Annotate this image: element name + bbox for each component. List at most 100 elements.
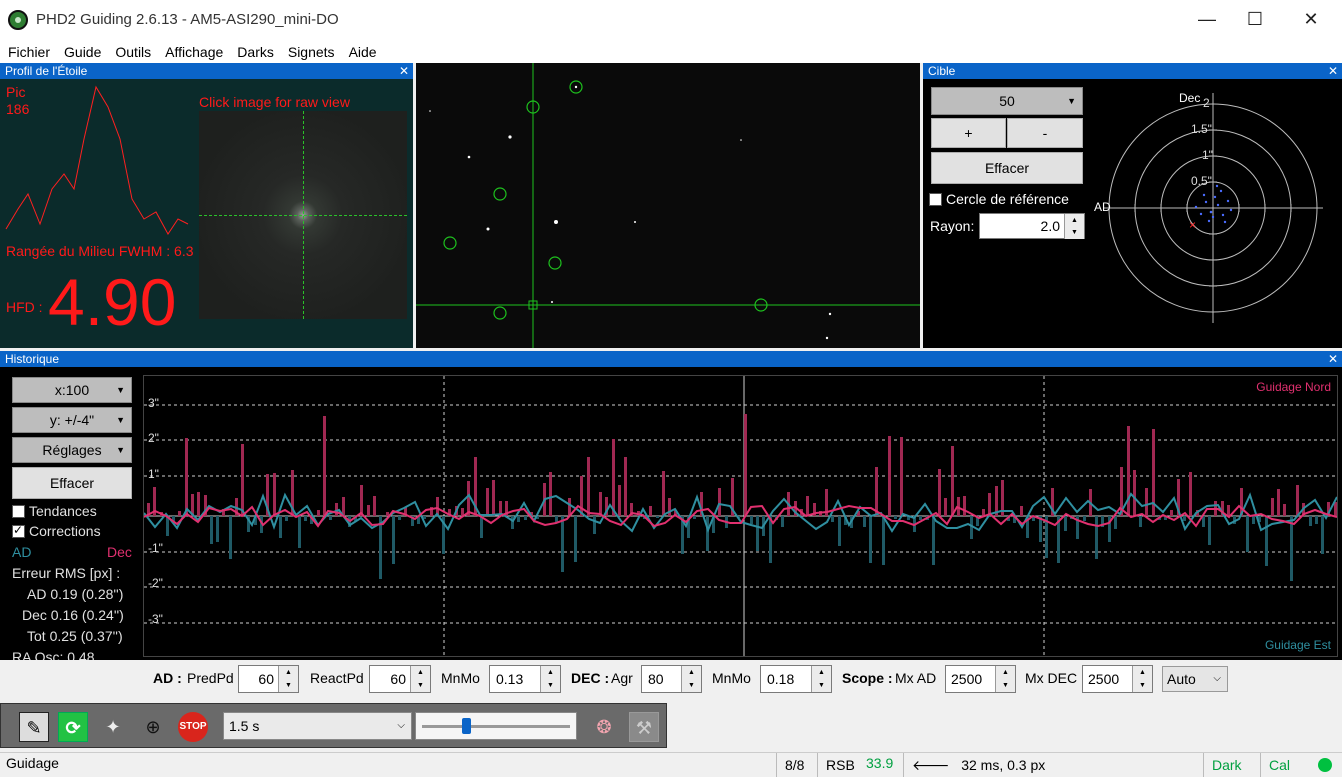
mx-dec-label: Mx DEC xyxy=(1025,670,1078,686)
reactpd-label: ReactPd xyxy=(310,670,364,686)
stop-icon[interactable]: STOP xyxy=(178,712,208,742)
spin-down-icon[interactable]: ▼ xyxy=(540,679,560,692)
spin-up-icon[interactable]: ▲ xyxy=(681,666,701,679)
correction-bar xyxy=(197,492,200,516)
chevron-down-icon: ▼ xyxy=(1067,96,1076,106)
dec-mnmo-value: 0.18 xyxy=(767,671,795,687)
dec-axis-label: Dec xyxy=(1179,91,1201,105)
correction-bar xyxy=(480,516,483,538)
spin-down-icon[interactable]: ▼ xyxy=(995,679,1015,692)
wrench-icon[interactable]: ⚒ xyxy=(629,712,659,742)
correction-bar xyxy=(831,516,834,522)
brain-icon[interactable]: ❂ xyxy=(589,712,619,742)
correction-bar xyxy=(900,437,903,516)
mode-select[interactable]: Auto ⌵ xyxy=(1162,666,1228,692)
settings-select[interactable]: Réglages ▼ xyxy=(12,437,132,463)
star-thumbnail[interactable] xyxy=(199,111,407,319)
spin-up-icon[interactable]: ▲ xyxy=(540,666,560,679)
correction-bar xyxy=(938,469,941,516)
spin-down-icon[interactable]: ▼ xyxy=(681,679,701,692)
zoom-out-button[interactable]: - xyxy=(1007,118,1083,148)
slider-thumb[interactable] xyxy=(462,718,472,734)
corrections-checkbox[interactable]: Corrections xyxy=(12,523,101,539)
arrow-left-icon: 🡐 xyxy=(912,757,950,773)
target-clear-button[interactable]: Effacer xyxy=(931,152,1083,184)
chevron-down-icon: ▼ xyxy=(116,445,125,455)
raw-view-hint[interactable]: Click image for raw view xyxy=(199,94,350,110)
spin-up-icon[interactable]: ▲ xyxy=(995,666,1015,679)
correction-bar xyxy=(1145,488,1148,516)
pane-header: Cible ✕ xyxy=(923,63,1342,79)
mx-ad-label: Mx AD xyxy=(895,670,937,686)
ra-mnmo-value: 0.13 xyxy=(496,671,524,687)
reference-circle-checkbox[interactable]: Cercle de référence xyxy=(929,191,1069,207)
radius-input[interactable]: 2.0 ▲ ▼ xyxy=(979,213,1085,239)
guide-camera-view[interactable] xyxy=(416,63,920,348)
maximize-button[interactable]: ☐ xyxy=(1232,0,1278,40)
spin-up-icon[interactable]: ▲ xyxy=(811,666,831,679)
pane-close-icon[interactable]: ✕ xyxy=(1328,351,1338,367)
dec-mnmo-input[interactable]: 0.18 ▲ ▼ xyxy=(760,665,832,693)
x-scale-select[interactable]: x:100 ▼ xyxy=(12,377,132,403)
correction-bar xyxy=(1189,472,1192,516)
auto-select-star-icon[interactable]: ✦ xyxy=(98,712,128,742)
checkbox-checked-icon xyxy=(12,523,25,538)
spin-down-icon[interactable]: ▼ xyxy=(811,679,831,692)
menu-affichage[interactable]: Affichage xyxy=(157,40,229,62)
y-scale-select[interactable]: y: +/-4" ▼ xyxy=(12,407,132,433)
chevron-down-icon: ⌵ xyxy=(1213,673,1221,684)
correction-bar xyxy=(888,436,891,516)
menu-guide[interactable]: Guide xyxy=(56,40,107,62)
correction-bar xyxy=(863,516,866,527)
pencil-icon[interactable]: ✎ xyxy=(19,712,49,742)
reactpd-input[interactable]: 60 ▲ ▼ xyxy=(369,665,431,693)
ring-label-1: 1" xyxy=(1202,148,1213,162)
correction-bar xyxy=(1227,505,1230,516)
exposure-select[interactable]: 1.5 s ⌵ xyxy=(223,712,412,740)
spin-up-icon[interactable]: ▲ xyxy=(410,666,430,679)
menu-fichier[interactable]: Fichier xyxy=(0,40,56,62)
mx-dec-value: 2500 xyxy=(1088,671,1120,687)
ra-mnmo-input[interactable]: 0.13 ▲ ▼ xyxy=(489,665,561,693)
loop-icon[interactable]: ⟳ xyxy=(58,712,88,742)
pane-close-icon[interactable]: ✕ xyxy=(399,63,409,79)
menu-aide[interactable]: Aide xyxy=(341,40,383,62)
pane-header: Profil de l'Étoile ✕ xyxy=(0,63,413,79)
correction-bar xyxy=(574,516,577,562)
reactpd-value: 60 xyxy=(390,671,406,687)
minimize-button[interactable]: — xyxy=(1184,0,1230,40)
menu-outils[interactable]: Outils xyxy=(107,40,157,62)
mx-ad-input[interactable]: 2500 ▲ ▼ xyxy=(945,665,1016,693)
history-graph[interactable]: Guidage Nord Guidage Est 3" 2" 1" -1" -2… xyxy=(143,375,1338,657)
close-button[interactable]: ✕ xyxy=(1288,0,1334,40)
gamma-slider[interactable] xyxy=(415,712,577,740)
target-scale-select[interactable]: 50 ▼ xyxy=(931,87,1083,115)
correction-bar xyxy=(492,480,495,516)
status-bar: Guidage 8/8 RSB 33.9 🡐 32 ms, 0.3 px Dar… xyxy=(0,752,1342,777)
spin-down-icon[interactable]: ▼ xyxy=(278,679,298,692)
profile-body[interactable]: Pic 186 Click image for raw view Rangée … xyxy=(0,79,413,348)
rms-dec: Dec 0.16 (0.24'') xyxy=(22,607,124,623)
pane-close-icon[interactable]: ✕ xyxy=(1328,63,1338,79)
pulse-field: 🡐 32 ms, 0.3 px xyxy=(903,753,1199,777)
spin-down-icon[interactable]: ▼ xyxy=(1132,679,1152,692)
trends-checkbox[interactable]: Tendances xyxy=(12,503,97,519)
history-clear-button[interactable]: Effacer xyxy=(12,467,132,499)
spin-up-icon[interactable]: ▲ xyxy=(278,666,298,679)
predpd-input[interactable]: 60 ▲ ▼ xyxy=(238,665,299,693)
main-toolbar: ✎ ⟳ ✦ ⊕ STOP 1.5 s ⌵ ❂ ⚒ xyxy=(0,703,667,748)
zoom-in-button[interactable]: + xyxy=(931,118,1006,148)
mx-dec-input[interactable]: 2500 ▲ ▼ xyxy=(1082,665,1153,693)
correction-bar xyxy=(1183,516,1186,521)
correction-bar xyxy=(549,472,552,516)
spin-down-icon[interactable]: ▼ xyxy=(1064,226,1084,239)
agr-input[interactable]: 80 ▲ ▼ xyxy=(641,665,702,693)
history-pane: Historique ✕ x:100 ▼ y: +/-4" ▼ Réglages ▼ … xyxy=(0,351,1342,703)
correction-bar xyxy=(656,516,659,518)
spin-down-icon[interactable]: ▼ xyxy=(410,679,430,692)
guide-crosshair-icon[interactable]: ⊕ xyxy=(138,712,168,742)
menu-darks[interactable]: Darks xyxy=(229,40,280,62)
spin-up-icon[interactable]: ▲ xyxy=(1132,666,1152,679)
menu-signets[interactable]: Signets xyxy=(280,40,341,62)
ra-mnmo-label: MnMo xyxy=(441,670,480,686)
